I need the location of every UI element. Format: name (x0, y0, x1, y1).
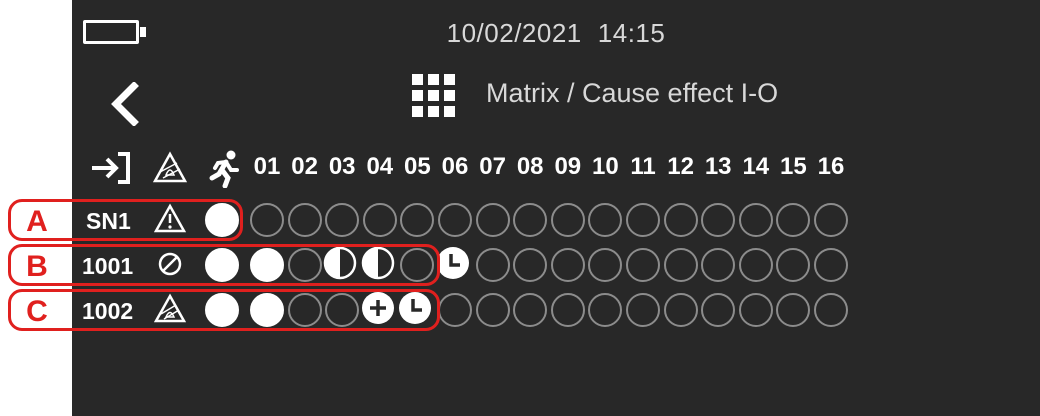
matrix-cell[interactable] (400, 203, 435, 237)
column-header: 14 (742, 153, 770, 180)
column-header: 03 (328, 153, 356, 180)
matrix-cell[interactable] (814, 203, 848, 237)
grid-matrix-icon (412, 74, 456, 118)
evacuation-running-icon (206, 148, 242, 189)
matrix-cell[interactable] (588, 248, 623, 282)
annotation-letter: C (26, 295, 48, 328)
matrix-cell[interactable] (663, 248, 698, 282)
column-header: 12 (667, 153, 694, 180)
matrix-cell[interactable] (438, 203, 472, 237)
matrix-cell[interactable] (325, 203, 360, 237)
matrix-cell[interactable] (550, 293, 585, 327)
matrix-cell[interactable] (550, 203, 585, 237)
matrix-cell[interactable] (287, 203, 322, 237)
matrix-cell[interactable] (701, 203, 736, 237)
matrix-cell[interactable] (814, 248, 848, 282)
matrix-cell[interactable] (250, 203, 284, 237)
column-header: 02 (291, 153, 318, 180)
matrix-cell[interactable] (626, 248, 660, 282)
matrix-cell[interactable] (475, 248, 510, 282)
matrix-cell[interactable] (513, 248, 548, 282)
matrix-cell[interactable] (738, 293, 773, 327)
matrix-cell[interactable] (626, 203, 660, 237)
fire-alarm-triangle-icon (152, 148, 188, 188)
matrix-cell[interactable] (513, 293, 548, 327)
annotation-letter: A (26, 205, 48, 238)
matrix-cell[interactable] (776, 203, 811, 237)
matrix-cell[interactable] (475, 293, 510, 327)
status-date: 10/02/2021 (446, 18, 582, 48)
matrix-cell[interactable] (701, 248, 736, 282)
matrix-cell[interactable] (475, 203, 510, 237)
annotation-letter: B (26, 250, 48, 283)
matrix-cell[interactable] (663, 293, 698, 327)
column-header: 13 (704, 153, 732, 180)
matrix-cell[interactable] (550, 248, 585, 282)
chevron-left-icon (111, 81, 139, 127)
column-header: 10 (592, 153, 619, 180)
column-header: 15 (780, 153, 807, 180)
column-header: 11 (630, 153, 656, 180)
column-header: 05 (404, 153, 431, 180)
matrix-cell[interactable] (701, 293, 736, 327)
back-button[interactable] (106, 81, 146, 127)
input-arrow-icon (90, 148, 134, 188)
status-time: 14:15 (597, 18, 666, 48)
matrix-cell[interactable] (776, 248, 811, 282)
annotation-marker (8, 289, 441, 331)
column-header: 04 (366, 153, 394, 180)
column-header: 16 (817, 153, 845, 180)
matrix-cell[interactable] (738, 248, 773, 282)
column-header: 09 (554, 153, 582, 180)
column-header: 01 (253, 153, 281, 180)
matrix-cell[interactable] (626, 293, 660, 327)
matrix-cell[interactable] (438, 293, 472, 327)
matrix-cell[interactable] (738, 203, 773, 237)
column-header: 08 (516, 153, 544, 180)
status-datetime: 10/02/2021 14:15 (72, 18, 1040, 49)
column-header: 06 (441, 153, 469, 180)
matrix-cell[interactable] (437, 247, 472, 282)
matrix-cell[interactable] (663, 203, 698, 237)
matrix-cell[interactable] (513, 203, 548, 237)
matrix-cell[interactable] (362, 203, 397, 237)
page-title: Matrix / Cause effect I-O (486, 78, 779, 108)
matrix-cell[interactable] (588, 293, 623, 327)
column-header: 07 (479, 153, 506, 180)
annotation-marker (8, 244, 441, 286)
matrix-cell[interactable] (588, 203, 623, 237)
matrix-cell[interactable] (814, 293, 848, 327)
matrix-cell[interactable] (776, 293, 811, 327)
